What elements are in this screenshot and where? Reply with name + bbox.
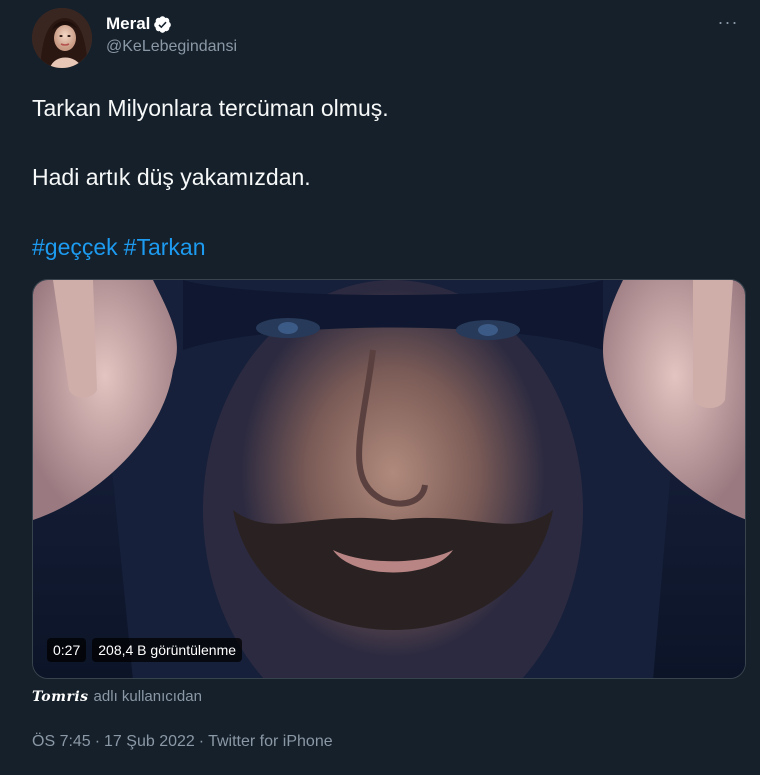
tweet-text-line: Hadi artık düş yakamızdan. (32, 164, 311, 190)
name-row: Meral (106, 14, 172, 34)
hashtag-link[interactable]: #geççek (32, 234, 118, 260)
video-duration: 0:27 (47, 638, 87, 662)
handle[interactable]: @KeLebegindansi (106, 38, 237, 56)
tweet-metadata: ÖS 7:45 · 17 Şub 2022 · Twitter for iPhone (32, 733, 337, 751)
tweet-time[interactable]: ÖS 7:45 (32, 733, 91, 750)
avatar[interactable] (32, 8, 92, 68)
verified-badge-icon (153, 15, 172, 34)
tweet-date[interactable]: 17 Şub 2022 (104, 733, 195, 750)
attribution-user[interactable]: Tomris (32, 689, 89, 705)
attribution-suffix: adlı kullanıcıdan (93, 688, 202, 705)
video-player[interactable]: 0:27 208,4 B görüntülenme (32, 279, 746, 679)
tweet: Meral @KeLebegindansi ··· Tarkan Milyonl… (0, 0, 760, 775)
tweet-source[interactable]: Twitter for iPhone (208, 733, 333, 750)
tweet-text-line: Tarkan Milyonlara tercüman olmuş. (32, 95, 389, 121)
separator: · (198, 733, 205, 750)
video-thumbnail (33, 280, 745, 678)
display-name[interactable]: Meral (106, 14, 150, 34)
video-stats: 0:27 208,4 B görüntülenme (47, 638, 243, 662)
separator: · (94, 733, 101, 750)
more-options-icon[interactable]: ··· (712, 12, 744, 36)
media-attribution: Tomris adlı kullanıcıdan (32, 688, 202, 705)
hashtag-list: #geççek #Tarkan (32, 232, 212, 262)
hashtag-link[interactable]: #Tarkan (124, 234, 206, 260)
tweet-header: Meral @KeLebegindansi ··· (32, 8, 744, 68)
view-count: 208,4 B görüntülenme (92, 638, 243, 662)
